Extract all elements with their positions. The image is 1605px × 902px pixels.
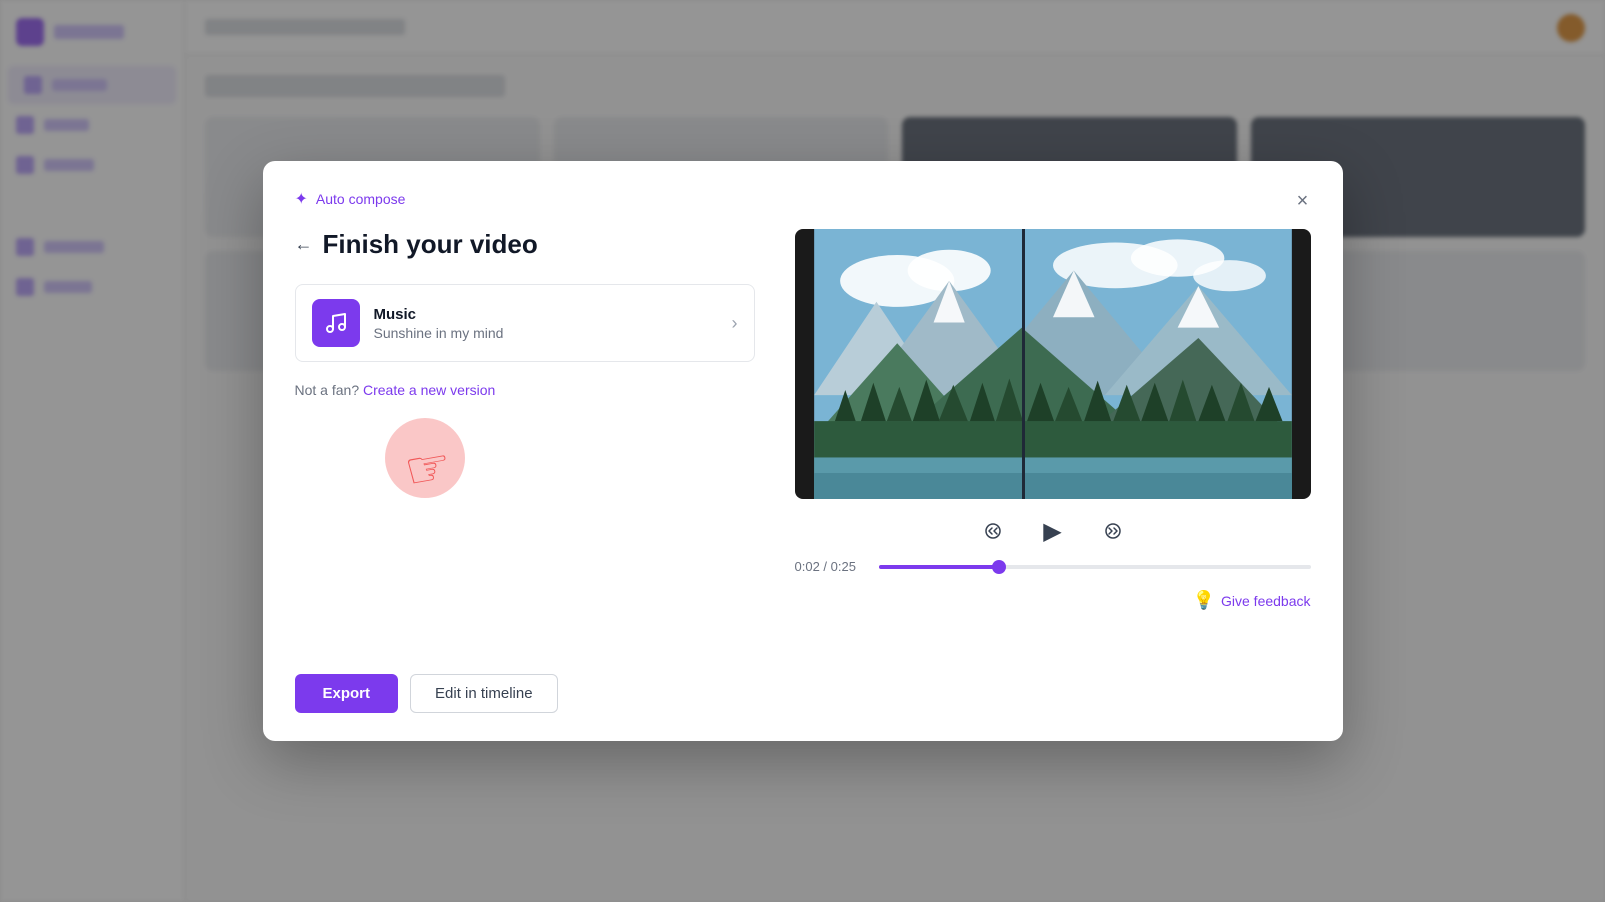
progress-track[interactable] bbox=[879, 565, 1311, 569]
fast-forward-button[interactable] bbox=[1095, 513, 1131, 549]
control-buttons: ▶ bbox=[975, 513, 1131, 549]
video-playhead bbox=[1022, 229, 1025, 499]
bottom-actions: Export Edit in timeline bbox=[295, 654, 755, 713]
close-button[interactable]: × bbox=[1287, 185, 1319, 217]
video-controls: ▶ 0:02 / 0:25 bbox=[795, 513, 1311, 574]
modal-overlay: ✦ Auto compose × ← Finish your video bbox=[0, 0, 1605, 902]
give-feedback-button[interactable]: Give feedback bbox=[1221, 593, 1311, 609]
back-button[interactable]: ← bbox=[295, 234, 313, 255]
auto-compose-icon: ✦ bbox=[295, 189, 308, 209]
edit-timeline-button[interactable]: Edit in timeline bbox=[410, 674, 558, 713]
music-icon-box bbox=[312, 299, 360, 347]
music-note-icon bbox=[324, 311, 348, 335]
auto-compose-label: Auto compose bbox=[316, 191, 406, 207]
cursor-hand-icon: ☞ bbox=[400, 439, 455, 498]
video-preview bbox=[795, 229, 1311, 499]
music-card-subtitle: Sunshine in my mind bbox=[374, 325, 718, 341]
progress-fill bbox=[879, 565, 1000, 569]
left-panel: ← Finish your video Music Sunshine bbox=[295, 229, 755, 713]
progress-row: 0:02 / 0:25 bbox=[795, 559, 1311, 574]
right-panel: ▶ 0:02 / 0:25 bbox=[795, 229, 1311, 713]
cursor-illustration: ☞ bbox=[295, 428, 755, 508]
play-button[interactable]: ▶ bbox=[1035, 513, 1071, 549]
music-card[interactable]: Music Sunshine in my mind › bbox=[295, 284, 755, 362]
time-display: 0:02 / 0:25 bbox=[795, 559, 865, 574]
page-title: Finish your video bbox=[323, 229, 538, 260]
chevron-right-icon: › bbox=[732, 313, 738, 334]
modal-header: ✦ Auto compose × bbox=[295, 189, 1311, 209]
export-button[interactable]: Export bbox=[295, 674, 399, 713]
modal-body: ← Finish your video Music Sunshine bbox=[295, 229, 1311, 713]
not-a-fan-text: Not a fan? bbox=[295, 382, 360, 398]
give-feedback-row: 💡 Give feedback bbox=[795, 590, 1311, 611]
not-a-fan-row: Not a fan? Create a new version bbox=[295, 382, 755, 398]
mountain-scene-svg bbox=[795, 229, 1311, 499]
rewind-button[interactable] bbox=[975, 513, 1011, 549]
music-info: Music Sunshine in my mind bbox=[374, 306, 718, 341]
create-new-version-link[interactable]: Create a new version bbox=[363, 382, 495, 398]
feedback-icon: 💡 bbox=[1193, 590, 1215, 611]
music-card-title: Music bbox=[374, 306, 718, 323]
back-row: ← Finish your video bbox=[295, 229, 755, 260]
progress-thumb bbox=[992, 560, 1006, 574]
rewind-icon bbox=[982, 520, 1004, 542]
fast-forward-icon bbox=[1102, 520, 1124, 542]
finish-video-modal: ✦ Auto compose × ← Finish your video bbox=[263, 161, 1343, 741]
